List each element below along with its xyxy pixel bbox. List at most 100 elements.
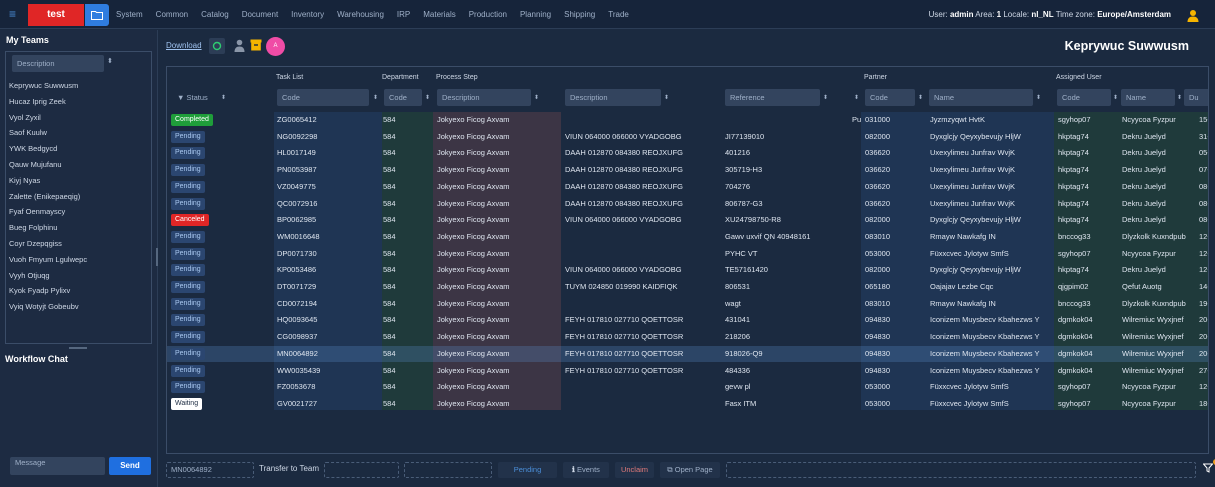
sort-icon[interactable]: ⬍ — [1177, 94, 1182, 101]
table-row[interactable]: Pending DP0071730 584 Jokyexo Ficog Axvam PY… — [167, 246, 1208, 263]
sort-icon[interactable]: ⬍ — [107, 57, 113, 65]
nav-item-irp[interactable]: IRP — [397, 10, 410, 19]
panel-resize-handle[interactable] — [69, 347, 87, 349]
table-row[interactable]: Pending WM0016648 584 Jokyexo Ficog Axvam Ga… — [167, 229, 1208, 246]
team-item[interactable]: Vyyh Otjuqg — [9, 268, 149, 284]
sort-icon[interactable]: ⬍ — [534, 94, 539, 101]
message-input[interactable]: Message — [10, 457, 105, 475]
open-page-button[interactable]: ⧉ Open Page — [660, 462, 720, 478]
team-item[interactable]: Vyiq Wotyjt Gobeubv — [9, 299, 149, 315]
table-row[interactable]: Canceled BP0062985 584 Jokyexo Ficog Axvam V… — [167, 212, 1208, 229]
team-item[interactable]: YWK Bedgycd — [9, 141, 149, 157]
department-cell: 584 — [383, 131, 396, 141]
partner-code-cell: 065180 — [865, 282, 891, 291]
nav-item-warehousing[interactable]: Warehousing — [337, 10, 384, 19]
table-row[interactable]: Pending HQ0093645 584 Jokyexo Ficog Axvam FE… — [167, 312, 1208, 329]
due-filter[interactable]: Du — [1184, 89, 1208, 106]
brand-button[interactable]: test — [28, 4, 84, 26]
table-row[interactable]: Completed ZG0065412 584 Jokyexo Ficog Axvam… — [167, 112, 1208, 129]
action-field[interactable] — [726, 462, 1196, 478]
team-item[interactable]: Fyaf Oenmayscy — [9, 204, 149, 220]
sort-icon[interactable]: ⬍ — [425, 94, 430, 101]
nav-item-system[interactable]: System — [116, 10, 143, 19]
nav-item-document[interactable]: Document — [242, 10, 278, 19]
partner-name-cell: Uxexylimeu Junfrav WvjK — [930, 148, 1016, 158]
sort-icon[interactable]: ⬍ — [823, 94, 828, 101]
table-row[interactable]: Pending WW0035439 584 Jokyexo Ficog Axvam FE… — [167, 363, 1208, 380]
table-row[interactable]: Pending DT0071729 584 Jokyexo Ficog Axvam TU… — [167, 279, 1208, 296]
transfer-team-field[interactable] — [324, 462, 399, 478]
nav-item-trade[interactable]: Trade — [608, 10, 629, 19]
user-code-filter[interactable]: Code — [1057, 89, 1111, 106]
user-code-cell: dgmkok04 — [1058, 348, 1093, 358]
table-row[interactable]: Pending HL0017149 584 Jokyexo Ficog Axvam DA… — [167, 145, 1208, 162]
send-button[interactable]: Send — [109, 457, 151, 475]
team-item[interactable]: Coyr Dzepqgiss — [9, 236, 149, 252]
nav-item-common[interactable]: Common — [156, 10, 188, 19]
nav-item-production[interactable]: Production — [469, 10, 507, 19]
person-icon[interactable] — [234, 39, 245, 52]
sidebar-resize-handle[interactable] — [156, 248, 158, 266]
table-row[interactable]: Waiting GV0021727 584 Jokyexo Ficog Axvam Fa… — [167, 396, 1208, 413]
sort-icon[interactable]: ⬍ — [373, 94, 378, 101]
user-name-filter[interactable]: Name — [1121, 89, 1175, 106]
team-item[interactable]: Vyol Zyxil — [9, 110, 149, 126]
user-icon[interactable] — [1187, 9, 1199, 22]
team-item[interactable]: Vuoh Fmyum Lgulwepc — [9, 252, 149, 268]
team-item[interactable]: Bueg Folphinu — [9, 220, 149, 236]
download-link[interactable]: Download — [166, 41, 202, 50]
table-row[interactable]: Pending VZ0049775 584 Jokyexo Ficog Axvam DA… — [167, 179, 1208, 196]
table-row[interactable]: Pending NG0092298 584 Jokyexo Ficog Axvam VI… — [167, 129, 1208, 146]
team-item[interactable]: Hucaz Iprig Zeek — [9, 94, 149, 110]
task-code-filter[interactable]: Code — [277, 89, 369, 106]
partner-name-filter[interactable]: Name — [929, 89, 1033, 106]
avatar[interactable]: A — [266, 37, 285, 56]
filter-icon[interactable] — [1203, 463, 1213, 473]
hamburger-menu-icon[interactable]: ≡ — [6, 7, 19, 21]
table-row[interactable]: Pending KP0053486 584 Jokyexo Ficog Axvam VI… — [167, 262, 1208, 279]
partner-code-cell: 036620 — [865, 165, 891, 175]
team-item[interactable]: Kyok Fyadp Pylixv — [9, 283, 149, 299]
sort-icon[interactable]: ⬍ — [664, 94, 669, 101]
team-item[interactable]: Qauw Mujufanu — [9, 157, 149, 173]
partner-code-filter[interactable]: Code — [865, 89, 915, 106]
pu-cell — [852, 329, 864, 346]
team-item[interactable]: Keprywuc Suwwusm — [9, 78, 149, 94]
team-item[interactable]: Zalette (Enikepaeqig) — [9, 189, 149, 205]
pending-button[interactable]: Pending — [498, 462, 557, 478]
table-row[interactable]: Pending QC0072916 584 Jokyexo Ficog Axvam DA… — [167, 196, 1208, 213]
table-row[interactable]: Pending CG0098937 584 Jokyexo Ficog Axvam FE… — [167, 329, 1208, 346]
teams-filter-input[interactable]: Description — [12, 55, 104, 72]
status-badge: Pending — [171, 264, 205, 277]
table-row[interactable]: Pending PN0053987 584 Jokyexo Ficog Axvam DA… — [167, 162, 1208, 179]
reference-filter[interactable]: Reference — [725, 89, 820, 106]
nav-item-shipping[interactable]: Shipping — [564, 10, 595, 19]
team-item[interactable]: Kiyj Nyas — [9, 173, 149, 189]
team-item[interactable]: Saof Kuulw — [9, 125, 149, 141]
sort-icon[interactable]: ⬍ — [1036, 94, 1041, 101]
user-info: User: admin Area: 1 Locale: nl_NL Time z… — [929, 10, 1171, 19]
transfer-user-field[interactable] — [404, 462, 492, 478]
archive-icon[interactable] — [250, 39, 262, 51]
folder-button[interactable] — [85, 4, 109, 26]
unclaim-button[interactable]: Unclaim — [615, 462, 654, 478]
table-row[interactable]: Pending CD0072194 584 Jokyexo Ficog Axvam wa… — [167, 296, 1208, 313]
description-filter[interactable]: Description — [565, 89, 661, 106]
nav-item-materials[interactable]: Materials — [423, 10, 455, 19]
process-step-filter[interactable]: Description — [437, 89, 531, 106]
sort-icon[interactable]: ⬍ — [221, 94, 226, 101]
partner-name-cell: Dyxglcjy Qeyxybevujy HljW — [930, 265, 1021, 275]
refresh-button[interactable] — [209, 38, 225, 54]
nav-item-catalog[interactable]: Catalog — [201, 10, 229, 19]
events-button[interactable]: ℹ Events — [563, 462, 609, 478]
selected-task-field[interactable]: MN0064892 — [166, 462, 254, 478]
nav-item-inventory[interactable]: Inventory — [291, 10, 324, 19]
table-row[interactable]: Pending FZ0053678 584 Jokyexo Ficog Axvam ge… — [167, 379, 1208, 396]
sort-icon[interactable]: ⬍ — [854, 94, 859, 101]
nav-item-planning[interactable]: Planning — [520, 10, 551, 19]
reference-cell: wagt — [725, 298, 741, 308]
sort-icon[interactable]: ⬍ — [918, 94, 923, 101]
table-row[interactable]: Pending MN0064892 584 Jokyexo Ficog Axvam FE… — [167, 345, 1208, 363]
sort-icon[interactable]: ⬍ — [1113, 94, 1118, 101]
department-code-filter[interactable]: Code — [384, 89, 422, 106]
